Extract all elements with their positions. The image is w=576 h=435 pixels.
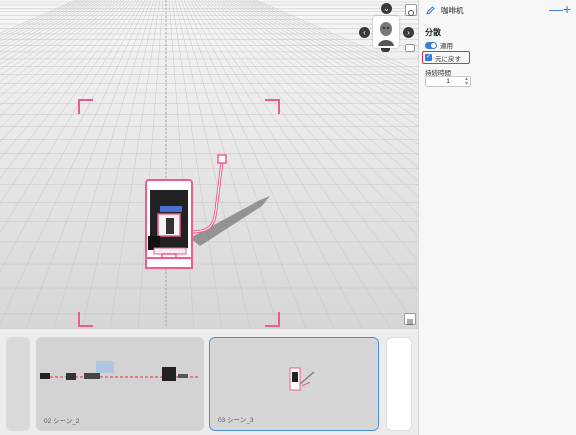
duration-value: 1	[446, 78, 450, 85]
check-icon[interactable]: ✓	[425, 54, 432, 61]
head-icon	[378, 22, 394, 46]
reset-checkbox-row[interactable]: ✓ 元に戻す	[422, 51, 470, 64]
scene-card-3[interactable]: 03 シーン_3	[209, 337, 379, 431]
apply-label: 適用	[440, 43, 453, 50]
panel-header: 咖啡机 — +	[419, 0, 576, 22]
scene-card-2[interactable]: 02 シーン_2	[36, 337, 204, 431]
scene-card-4[interactable]	[386, 337, 412, 431]
chevron-down-icon[interactable]: ⌄	[381, 3, 392, 14]
stepper-icon[interactable]: ▲ ▼	[464, 77, 469, 87]
layers-icon[interactable]	[404, 313, 416, 325]
view-cube[interactable]	[373, 16, 399, 48]
scene-timeline: 02 シーン_2 03 シーン_3	[0, 328, 418, 435]
section-title: 分散	[425, 28, 441, 37]
settings-icon[interactable]	[405, 4, 417, 16]
chevron-left-icon[interactable]: ‹	[359, 27, 370, 38]
object-title: 咖啡机	[441, 6, 464, 15]
floor-grid	[0, 0, 418, 328]
chevron-right-icon[interactable]: ›	[403, 27, 414, 38]
scene-label: 03 シーン_3	[218, 417, 254, 424]
properties-panel: 咖啡机 — + 分散 適用 ✓ 元に戻す 持続時間 1 ▲ ▼	[418, 0, 576, 435]
add-button[interactable]: +	[563, 2, 571, 16]
apply-toggle-row[interactable]: 適用	[425, 40, 453, 50]
duration-input[interactable]: 1 ▲ ▼	[425, 76, 471, 87]
screen-icon[interactable]	[405, 44, 415, 52]
reset-label: 元に戻す	[435, 55, 461, 63]
minimize-button[interactable]: —	[549, 2, 563, 16]
coffee-machine-model	[145, 179, 193, 269]
scene-card-1[interactable]	[6, 337, 30, 431]
toggle-switch[interactable]	[425, 41, 437, 49]
scene-label: 02 シーン_2	[44, 418, 80, 425]
pencil-icon[interactable]	[425, 5, 436, 16]
3d-viewport[interactable]: ⌄ ‹ ›	[0, 0, 418, 328]
